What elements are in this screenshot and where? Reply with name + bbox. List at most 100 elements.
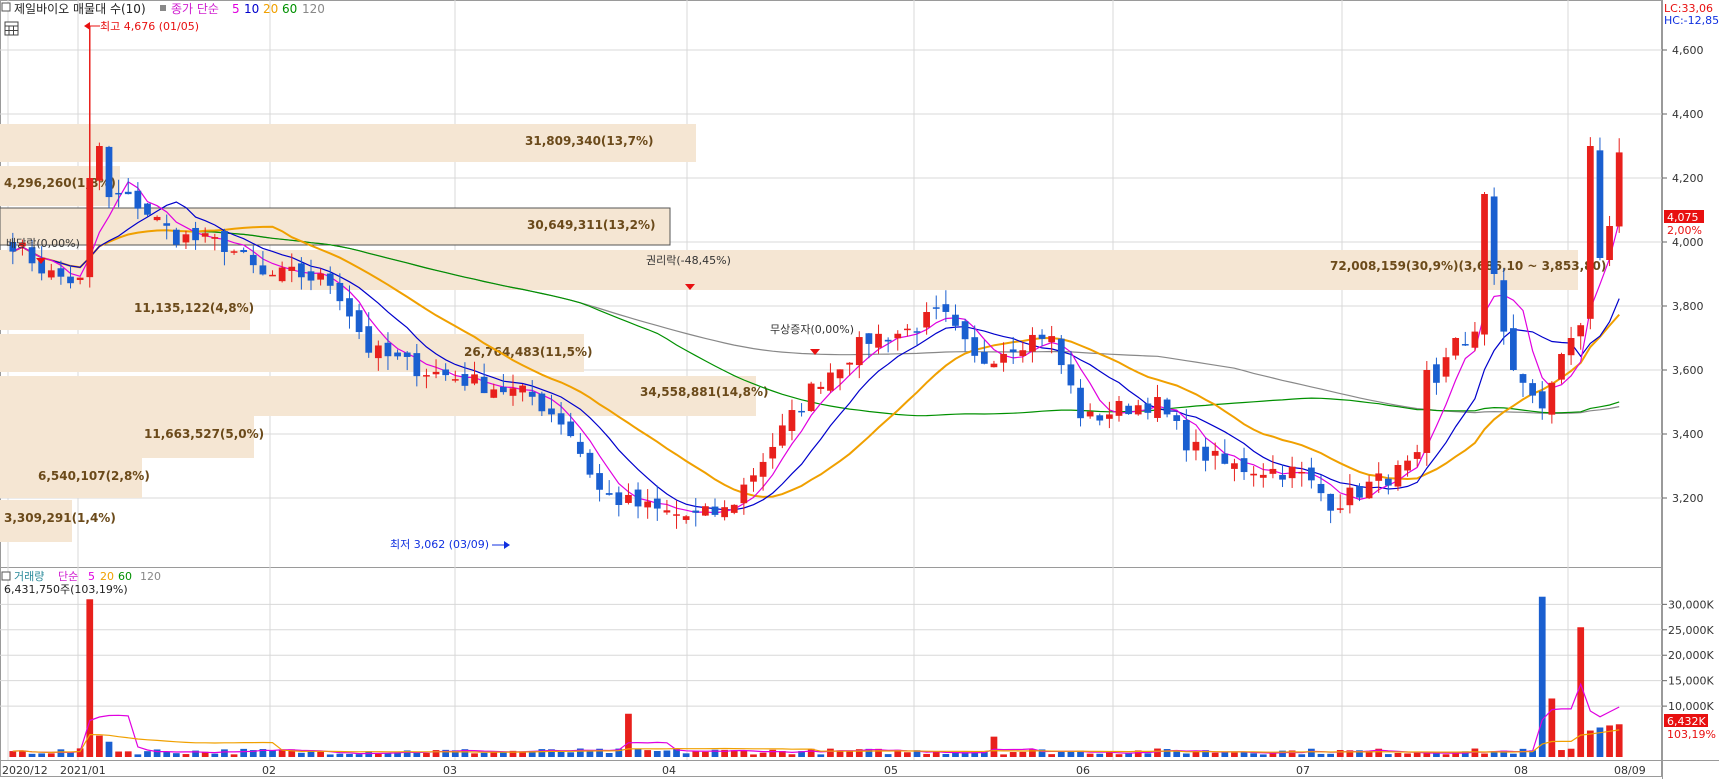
- candle-body: [423, 375, 430, 377]
- candle-body: [634, 489, 642, 507]
- calculator-icon[interactable]: [4, 21, 19, 36]
- candle-body: [413, 353, 421, 377]
- candle-body: [384, 342, 392, 357]
- candle-body: [519, 385, 526, 393]
- candle-body: [47, 270, 55, 278]
- volume-tick-label: 15,000K: [1668, 675, 1714, 688]
- candle-body: [1009, 349, 1017, 353]
- volume-bar: [846, 751, 854, 757]
- candle-body: [846, 362, 854, 365]
- ma-period-20: 20: [263, 2, 278, 16]
- volume-bar: [682, 753, 690, 757]
- candle-body: [153, 216, 161, 221]
- candle-body: [57, 268, 65, 277]
- ma-period-120: 120: [302, 2, 325, 16]
- candle-body: [221, 231, 228, 252]
- hc-value: HC:-12,85: [1664, 14, 1719, 27]
- volume-bar: [172, 753, 180, 757]
- volume-profile-label: 72,008,159(30,9%)(3,686,10 ~ 3,853,80): [1330, 259, 1606, 273]
- volume-bar: [1442, 754, 1450, 757]
- candle-body: [1519, 374, 1527, 383]
- candle-body: [1106, 414, 1113, 419]
- candle-body: [1365, 481, 1373, 499]
- candle-body: [442, 369, 450, 376]
- ma-period-10: 10: [244, 2, 259, 16]
- volume-bar: [1144, 753, 1152, 757]
- candle-body: [730, 504, 738, 513]
- candle-body: [759, 461, 767, 477]
- rights-label: 권리락(-48,45%): [646, 254, 731, 267]
- candle-body: [567, 421, 575, 437]
- candle-body: [971, 337, 979, 356]
- x-tick-label: 05: [884, 764, 898, 777]
- volume-bar: [1404, 753, 1411, 757]
- candle-body: [278, 267, 286, 282]
- candle-body: [644, 501, 652, 508]
- ma-period-60: 60: [282, 2, 297, 16]
- candle-body: [990, 363, 998, 368]
- volume-tick-label: 30,000K: [1668, 598, 1714, 611]
- candle-body: [1413, 452, 1421, 459]
- volume-bar: [1259, 754, 1267, 757]
- menu-box-icon[interactable]: [1, 2, 11, 12]
- high-annotation: 최고 4,676 (01/05): [84, 20, 199, 33]
- dividend-label: 배당락(0,00%): [6, 237, 80, 250]
- volume-bar: [1192, 751, 1200, 757]
- candle-body: [1327, 493, 1334, 511]
- volume-bar: [86, 599, 94, 757]
- volume-bar: [1211, 752, 1219, 757]
- candle-body: [355, 310, 363, 333]
- candle-body: [1067, 364, 1075, 386]
- current-volume-value: 6,432K: [1667, 715, 1706, 728]
- x-tick-label: 2020/12: [2, 764, 48, 777]
- candle-body: [798, 410, 805, 413]
- candle-body: [1404, 460, 1411, 471]
- volume-bar: [1548, 698, 1556, 757]
- candle-body: [1558, 354, 1565, 380]
- candle-body: [1452, 338, 1460, 356]
- price-tick-label: 4,600: [1672, 44, 1704, 57]
- current-price-value: 4,075: [1667, 211, 1699, 224]
- volume-ma-label: 단순: [58, 570, 78, 583]
- stock-chart[interactable]: 31,809,340(13,7%) 30,649,311(13,2%) 72,008…: [0, 0, 1719, 779]
- volume-bar: [211, 753, 219, 757]
- volume-bar: [423, 752, 430, 757]
- x-tick-label: 2021/01: [60, 764, 106, 777]
- volume-bar: [355, 754, 363, 757]
- volume-profile-label: 11,663,527(5,0%): [144, 427, 264, 441]
- volume-menu-box-icon[interactable]: [1, 571, 11, 581]
- candle-body: [1096, 415, 1104, 421]
- candle-body: [172, 229, 180, 245]
- price-tick-label: 3,400: [1672, 428, 1704, 441]
- x-tick-label: 04: [662, 764, 676, 777]
- volume-bar: [413, 752, 421, 757]
- price-tick-label: 4,000: [1672, 236, 1704, 249]
- candle-body: [1317, 483, 1325, 494]
- candle-body: [115, 192, 122, 195]
- candle-body: [288, 266, 296, 271]
- candle-body: [836, 369, 844, 379]
- candle-body: [682, 516, 690, 520]
- volume-profile-label: 34,558,881(14,8%): [640, 385, 769, 399]
- candle-body: [1221, 453, 1229, 464]
- candle-body: [1481, 194, 1488, 335]
- volume-bar: [346, 753, 353, 757]
- candle-body: [269, 274, 276, 277]
- volume-bar: [1057, 751, 1065, 757]
- candle-body: [96, 146, 103, 181]
- price-tick-label: 3,800: [1672, 300, 1704, 313]
- volume-bar: [38, 753, 46, 757]
- volume-bar: [326, 754, 334, 757]
- volume-bar: [144, 751, 151, 757]
- candle-body: [1384, 478, 1392, 486]
- candle-body: [576, 441, 584, 454]
- volume-bar: [923, 753, 930, 757]
- candle-body: [1423, 370, 1431, 453]
- candle-body: [961, 321, 969, 340]
- candle-body: [1163, 399, 1171, 415]
- candle-body: [403, 352, 411, 357]
- candle-body: [1529, 383, 1536, 396]
- volume-ma-period-120: 120: [140, 570, 161, 583]
- volume-bar: [1519, 748, 1527, 757]
- current-price-change: 2,00%: [1667, 224, 1702, 237]
